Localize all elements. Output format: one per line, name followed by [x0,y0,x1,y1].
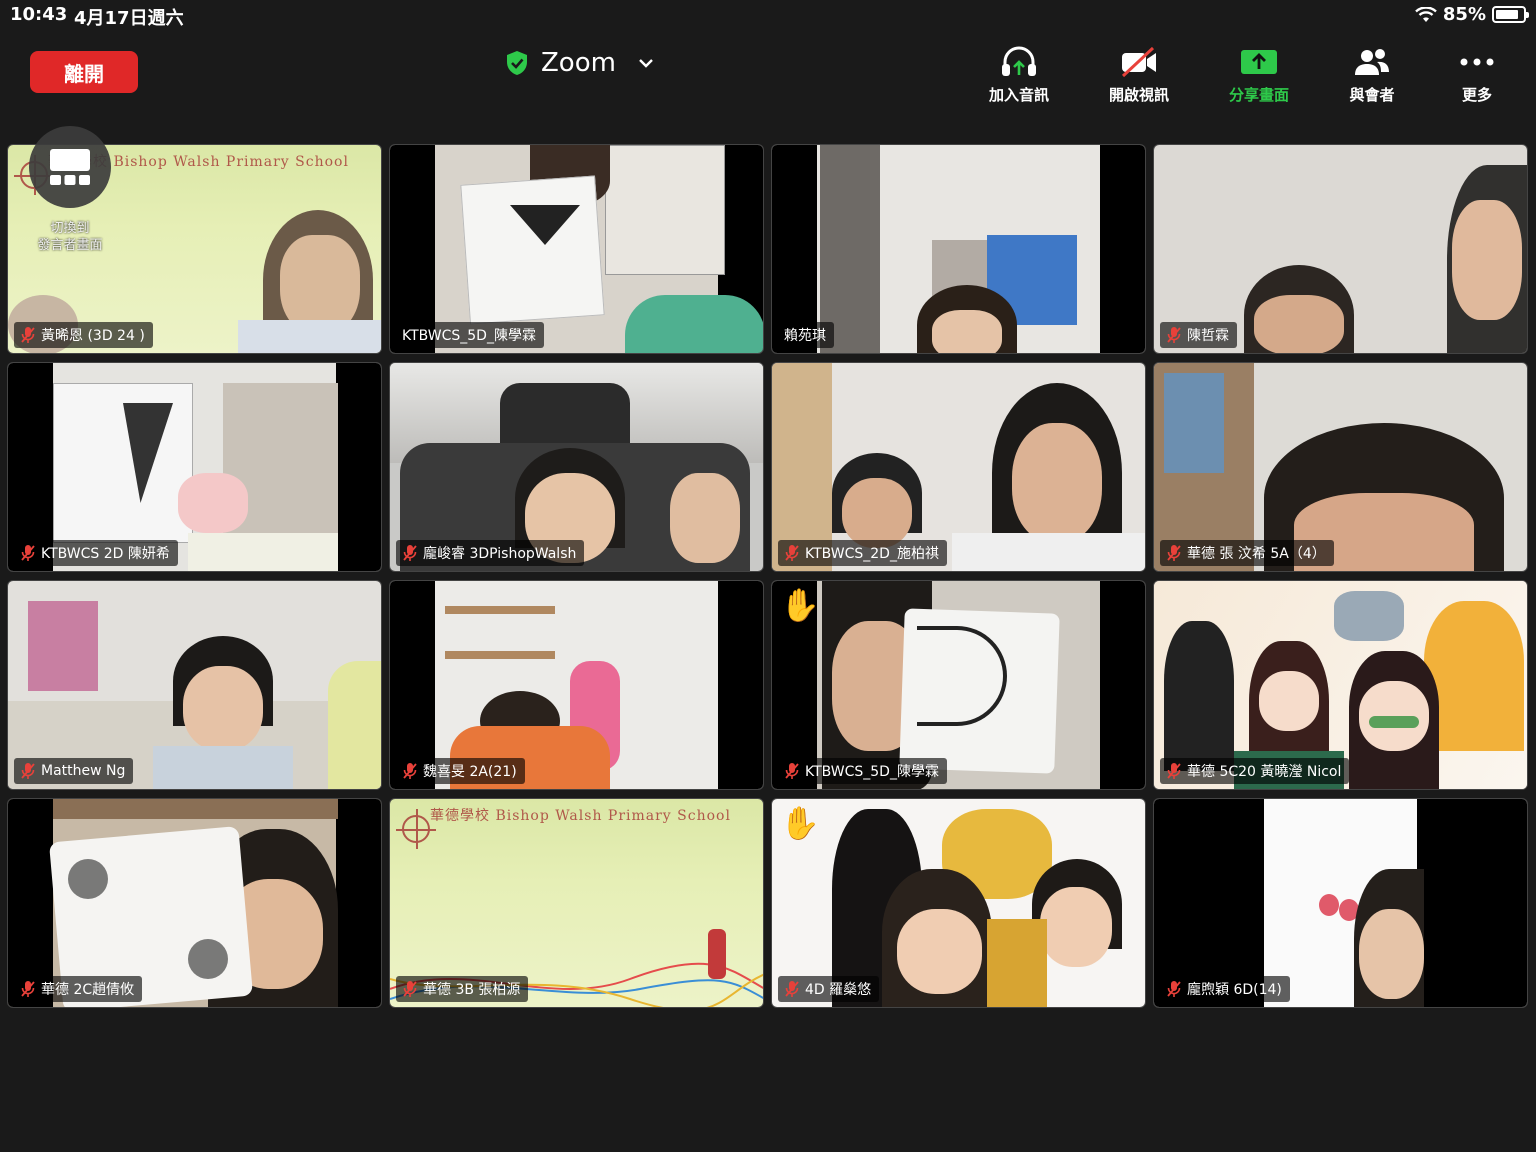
participant-name: KTBWCS 2D 陳妍希 [41,546,170,562]
participant-name-tag: KTBWCS_2D_施柏祺 [778,540,947,566]
participant-name-tag: 魏喜旻 2A(21) [396,758,525,784]
participants-button[interactable]: 與會者 [1327,44,1417,105]
muted-mic-icon [1167,327,1181,343]
participant-tile[interactable]: ✋ KTBWCS_5D_陳學霖 [771,580,1146,790]
raised-hand-icon: ✋ [780,804,820,842]
participants-icon [1355,49,1389,75]
more-label: 更多 [1461,86,1492,104]
participant-name: KTBWCS_2D_施柏祺 [805,546,939,562]
participant-name: 龐煦穎 6D(14) [1187,982,1282,998]
participant-name: 黃晞恩 (3D 24 ) [41,328,145,344]
participant-tile[interactable]: 龐煦穎 6D(14) [1153,798,1528,1008]
participant-name: 華德 3B 張柏源 [423,982,521,998]
participant-tile[interactable]: 賴苑琪 [771,144,1146,354]
participant-name-tag: KTBWCS 2D 陳妍希 [14,540,178,566]
leave-button[interactable]: 離開 [30,51,138,93]
participant-tile[interactable]: 陳哲霖 [1153,144,1528,354]
join-audio-label: 加入音訊 [988,86,1049,104]
share-screen-button[interactable]: 分享畫面 [1214,44,1304,105]
switch-to-speaker-view-button[interactable] [29,126,111,208]
participant-name-tag: 龐峻睿 3DPishopWalsh [396,540,585,566]
participant-tile[interactable]: Matthew Ng [7,580,382,790]
start-video-button[interactable]: 開啟視訊 [1094,44,1184,105]
meeting-title: Zoom [541,48,616,78]
participant-tile[interactable]: 魏喜旻 2A(21) [389,580,764,790]
status-right: 85% [1415,4,1529,25]
muted-mic-icon [21,545,35,561]
start-video-label: 開啟視訊 [1108,86,1169,104]
participant-tile[interactable]: 龐峻睿 3DPishopWalsh [389,362,764,572]
participant-name-tag: 華德 2C趙倩攸 [14,976,143,1002]
muted-mic-icon [21,327,35,343]
more-button[interactable]: 更多 [1432,44,1522,105]
muted-mic-icon [21,981,35,997]
participant-name: KTBWCS_5D_陳學霖 [805,764,939,780]
participant-name-tag: KTBWCS_5D_陳學霖 [778,758,947,784]
raised-hand-icon: ✋ [780,586,820,624]
wifi-icon [1415,6,1437,22]
muted-mic-icon [785,545,799,561]
video-off-icon [1121,46,1156,78]
status-time: 10:43 [10,4,68,25]
participant-name-tag: 黃晞恩 (3D 24 ) [14,322,153,348]
participant-name-tag: 陳哲霖 [1160,322,1237,348]
muted-mic-icon [1167,763,1181,779]
participant-tile[interactable]: ✋ 4D 羅燊悠 [771,798,1146,1008]
meeting-toolbar: 離開 Zoom 加入音訊 開啟視訊 分享畫面 與會者 更多 [0,30,1536,110]
muted-mic-icon [403,545,417,561]
muted-mic-icon [785,981,799,997]
participant-name: 龐峻睿 3DPishopWalsh [423,546,577,562]
participant-name-tag: 賴苑琪 [778,322,834,348]
participant-name: 華德 2C趙倩攸 [41,982,135,998]
participant-tile[interactable]: 華德學校 Bishop Walsh Primary School 華德 3B 張… [389,798,764,1008]
security-shield-icon [507,51,527,75]
participants-label: 與會者 [1349,86,1395,104]
muted-mic-icon [403,763,417,779]
participant-name: KTBWCS_5D_陳學霖 [402,328,536,344]
participant-tile[interactable]: KTBWCS 2D 陳妍希 [7,362,382,572]
school-logo [396,809,436,849]
participant-name-tag: 龐煦穎 6D(14) [1160,976,1290,1002]
participant-name: 華德 5C20 黃曉瀅 Nicol [1187,764,1342,780]
chevron-down-icon [639,59,653,68]
speaker-view-icon [50,149,90,185]
meeting-title-dropdown[interactable]: Zoom [505,48,656,78]
participant-name: Matthew Ng [41,763,126,779]
muted-mic-icon [1167,981,1181,997]
participant-name: 魏喜旻 2A(21) [423,764,517,780]
headphones-icon [1002,46,1036,76]
join-audio-button[interactable]: 加入音訊 [974,44,1064,105]
muted-mic-icon [403,981,417,997]
participant-tile[interactable]: 華德 張 汶希 5A（4） [1153,362,1528,572]
participant-name-tag: 4D 羅燊悠 [778,976,880,1002]
switch-view-label: 切換到 發言者畫面 [20,220,120,254]
muted-mic-icon [1167,545,1181,561]
participant-tile[interactable]: KTBWCS_5D_陳學霖 [389,144,764,354]
share-screen-label: 分享畫面 [1228,86,1289,104]
more-icon [1460,58,1494,66]
battery-icon [1492,6,1529,23]
participant-name-tag: Matthew Ng [14,758,134,784]
share-screen-icon [1241,50,1277,74]
participant-name: 4D 羅燊悠 [805,982,872,998]
school-banner-text: 華德學校 Bishop Walsh Primary School [430,808,731,824]
participant-tile[interactable]: KTBWCS_2D_施柏祺 [771,362,1146,572]
ios-status-bar: 10:43 4月17日週六 85% [0,0,1536,30]
participant-name-tag: 華德 5C20 黃曉瀅 Nicol [1160,758,1350,784]
participant-tile[interactable]: 華德 5C20 黃曉瀅 Nicol [1153,580,1528,790]
switch-view-label-line1: 切換到 [50,221,90,236]
muted-mic-icon [785,763,799,779]
switch-view-label-line2: 發言者畫面 [37,238,103,253]
participant-name: 華德 張 汶希 5A（4） [1187,546,1326,562]
status-date: 4月17日週六 [74,8,184,29]
participant-name: 陳哲霖 [1187,328,1229,344]
participant-name-tag: 華德 3B 張柏源 [396,976,529,1002]
battery-percent: 85% [1442,4,1486,25]
participant-name: 賴苑琪 [784,328,826,344]
participant-name-tag: KTBWCS_5D_陳學霖 [396,322,544,348]
participant-name-tag: 華德 張 汶希 5A（4） [1160,540,1334,566]
participant-tile[interactable]: 華德 2C趙倩攸 [7,798,382,1008]
muted-mic-icon [21,763,35,779]
